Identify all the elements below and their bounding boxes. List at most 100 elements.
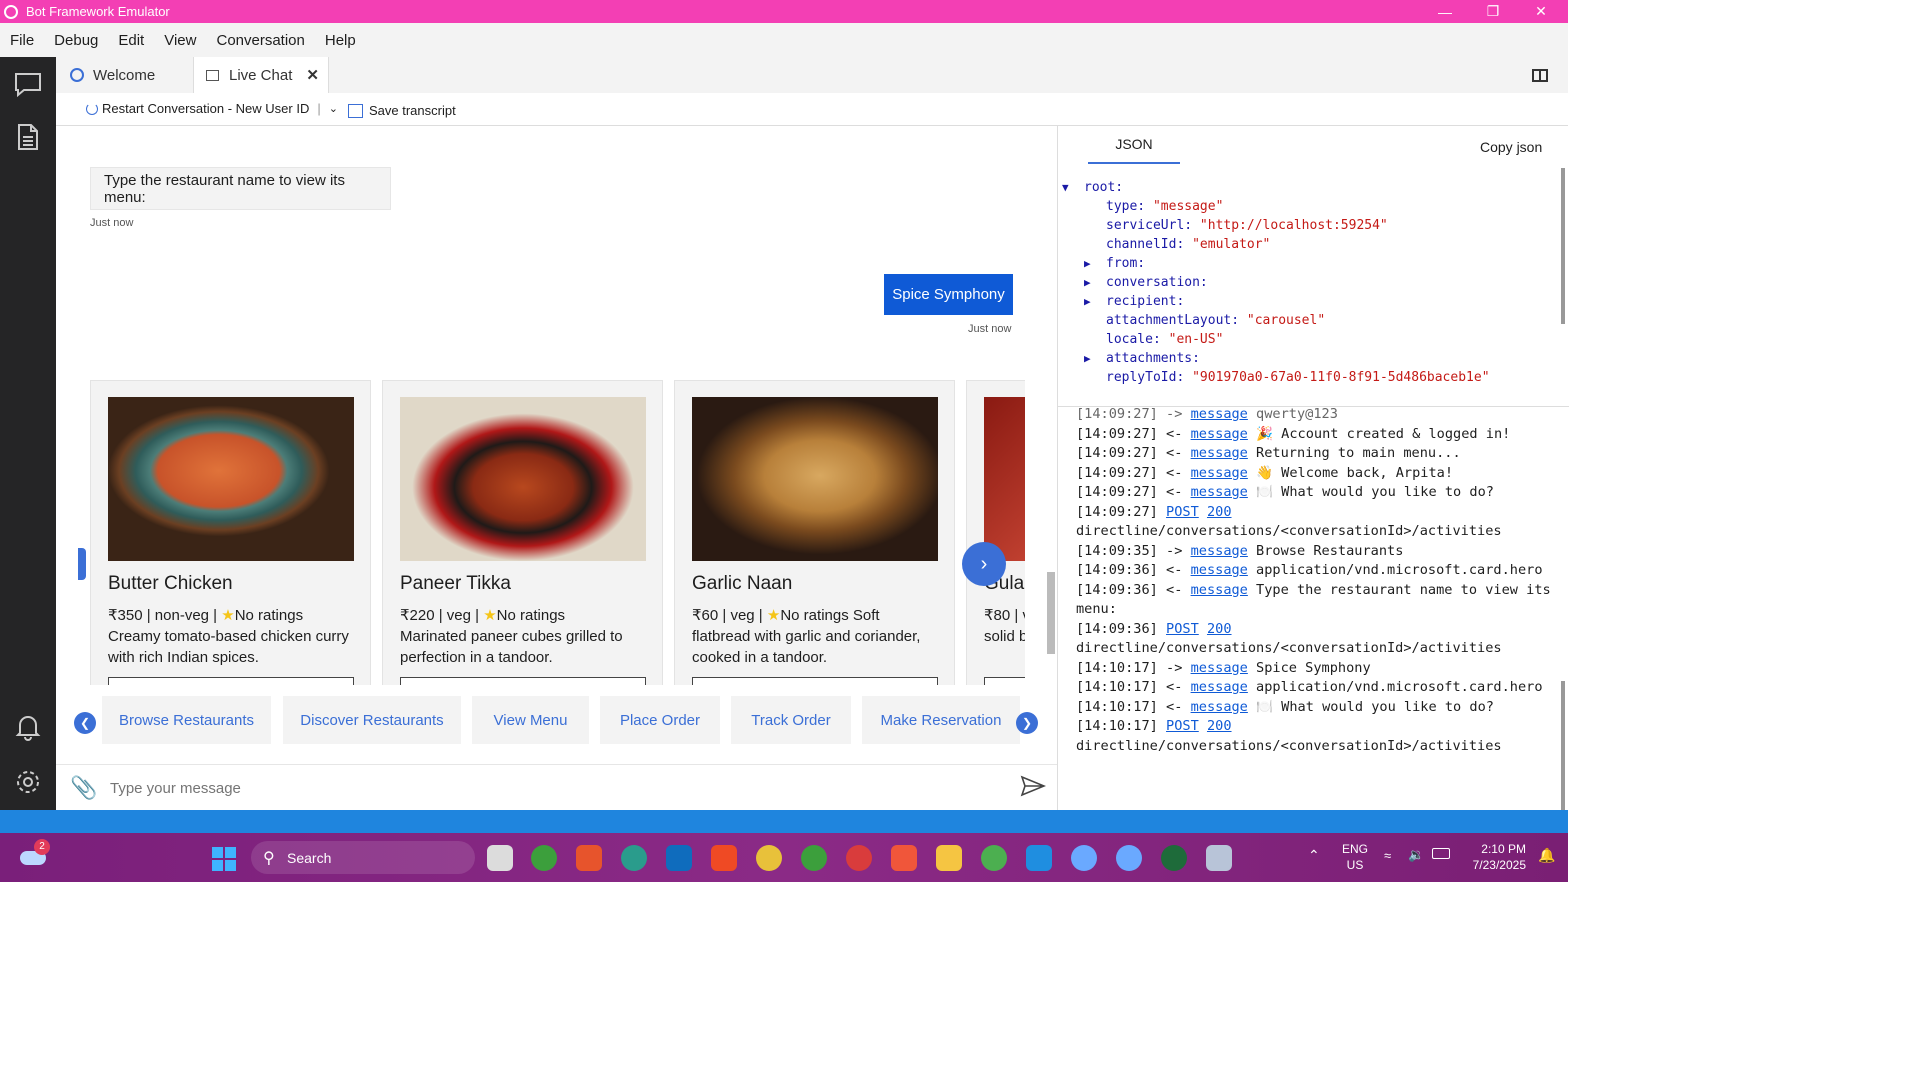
menu-conversation[interactable]: Conversation bbox=[206, 32, 314, 49]
suggested-actions-scroll-right-button[interactable]: ❯ bbox=[1016, 712, 1038, 734]
json-scrollbar[interactable] bbox=[1561, 168, 1565, 324]
json-tree-row[interactable]: ▼ root: bbox=[1062, 178, 1490, 197]
log-link[interactable]: message bbox=[1191, 445, 1248, 461]
json-tree-row[interactable]: ▶ attachments: bbox=[1062, 349, 1490, 368]
log-status-link[interactable]: 200 bbox=[1207, 504, 1232, 520]
card-action-button[interactable] bbox=[108, 677, 354, 685]
battery-icon[interactable] bbox=[1432, 848, 1450, 859]
vscode-icon[interactable] bbox=[1026, 845, 1052, 871]
copy-json-button[interactable]: Copy json bbox=[1480, 139, 1542, 155]
chrome-profile-4-icon[interactable] bbox=[981, 845, 1007, 871]
suggested-action-browse-restaurants[interactable]: Browse Restaurants bbox=[102, 696, 271, 744]
hero-card: Butter Chicken ₹350 | non-veg | ★No rati… bbox=[90, 380, 371, 685]
close-window-icon[interactable]: ✕ bbox=[1518, 0, 1564, 23]
log-link[interactable]: message bbox=[1191, 543, 1248, 559]
chrome-icon[interactable] bbox=[531, 845, 557, 871]
log-status-link[interactable]: 200 bbox=[1207, 718, 1232, 734]
card-action-button[interactable] bbox=[692, 677, 938, 685]
split-view-icon[interactable] bbox=[1532, 69, 1548, 82]
log-line: [14:09:27] <- message Returning to main … bbox=[1076, 444, 1556, 464]
outlook-icon[interactable] bbox=[666, 845, 692, 871]
send-icon[interactable] bbox=[1020, 775, 1047, 802]
log-link[interactable]: POST bbox=[1166, 504, 1199, 520]
log-link[interactable]: message bbox=[1191, 562, 1248, 578]
log-line: [14:09:27] <- message 👋 Welcome back, Ar… bbox=[1076, 464, 1556, 484]
caret-right-icon[interactable]: ▶ bbox=[1084, 292, 1106, 311]
pane-splitter-handle[interactable] bbox=[1047, 572, 1055, 654]
start-button-icon[interactable] bbox=[212, 847, 236, 871]
file-explorer-icon[interactable] bbox=[936, 845, 962, 871]
bot-emulator-taskbar-icon[interactable] bbox=[1071, 845, 1097, 871]
language-indicator[interactable]: ENG US bbox=[1342, 841, 1368, 873]
message-input[interactable] bbox=[110, 773, 990, 803]
brave-icon[interactable] bbox=[576, 845, 602, 871]
weather-icon[interactable]: 2 bbox=[20, 839, 50, 867]
settings-gear-icon[interactable] bbox=[12, 766, 44, 798]
minimize-icon[interactable]: — bbox=[1422, 0, 1468, 23]
edge-icon[interactable] bbox=[621, 845, 647, 871]
brave-profile-icon[interactable] bbox=[891, 845, 917, 871]
suggested-actions-scroll-left-button[interactable]: ❮ bbox=[74, 712, 96, 734]
menu-view[interactable]: View bbox=[154, 32, 206, 49]
menu-file[interactable]: File bbox=[0, 32, 44, 49]
document-icon[interactable] bbox=[12, 121, 44, 153]
log-link[interactable]: message bbox=[1191, 679, 1248, 695]
card-action-button[interactable] bbox=[984, 677, 1025, 685]
json-tree-row[interactable]: ▶ recipient: bbox=[1062, 292, 1490, 311]
save-transcript-button[interactable]: Save transcript bbox=[348, 102, 456, 118]
bot-emulator-2-taskbar-icon[interactable] bbox=[1116, 845, 1142, 871]
chevron-down-icon[interactable]: ⌄ bbox=[329, 102, 338, 115]
caret-right-icon[interactable]: ▶ bbox=[1084, 273, 1106, 292]
restore-icon[interactable]: ❐ bbox=[1470, 0, 1516, 23]
log-scrollbar[interactable] bbox=[1561, 681, 1565, 810]
tab-welcome[interactable]: Welcome bbox=[56, 57, 193, 93]
task-view-icon[interactable] bbox=[487, 845, 513, 871]
log-link[interactable]: POST bbox=[1166, 718, 1199, 734]
carousel-previous-button[interactable] bbox=[78, 548, 86, 580]
json-tree-row[interactable]: ▶ from: bbox=[1062, 254, 1490, 273]
attachment-icon[interactable]: 📎 bbox=[70, 775, 97, 801]
menu-edit[interactable]: Edit bbox=[108, 32, 154, 49]
bell-icon[interactable] bbox=[12, 711, 44, 743]
chevron-up-icon[interactable]: ⌃ bbox=[1308, 847, 1320, 864]
tab-json[interactable]: JSON bbox=[1088, 136, 1180, 164]
caret-down-icon[interactable]: ▼ bbox=[1062, 178, 1084, 197]
restart-conversation-button[interactable]: Restart Conversation - New User ID | ⌄ bbox=[86, 101, 338, 116]
json-tree-row[interactable]: ▶ conversation: bbox=[1062, 273, 1490, 292]
chat-icon[interactable] bbox=[12, 69, 44, 101]
app-taskbar-icon[interactable] bbox=[1206, 845, 1232, 871]
log-link[interactable]: message bbox=[1191, 699, 1248, 715]
chrome-profile-3-icon[interactable] bbox=[846, 845, 872, 871]
garlic-naan-image bbox=[692, 397, 938, 561]
volume-icon[interactable]: 🔉 bbox=[1408, 847, 1424, 863]
chrome-profile-icon[interactable] bbox=[756, 845, 782, 871]
log-link[interactable]: POST bbox=[1166, 621, 1199, 637]
tab-live-chat[interactable]: Live Chat ✕ bbox=[193, 57, 329, 93]
taskbar-search[interactable]: ⚲ Search bbox=[251, 841, 475, 874]
suggested-action-place-order[interactable]: Place Order bbox=[600, 696, 720, 744]
log-link[interactable]: message bbox=[1191, 465, 1248, 481]
notification-bell-icon[interactable]: 🔔 bbox=[1538, 847, 1555, 864]
mongodb-compass-icon[interactable] bbox=[1161, 845, 1187, 871]
menu-help[interactable]: Help bbox=[315, 32, 366, 49]
suggested-action-track-order[interactable]: Track Order bbox=[731, 696, 851, 744]
caret-right-icon[interactable]: ▶ bbox=[1084, 349, 1106, 368]
caret-right-icon[interactable]: ▶ bbox=[1084, 254, 1106, 273]
chrome-profile-2-icon[interactable] bbox=[801, 845, 827, 871]
carousel-next-button[interactable]: › bbox=[962, 542, 1006, 586]
log-status-link[interactable]: 200 bbox=[1207, 621, 1232, 637]
suggested-action-discover-restaurants[interactable]: Discover Restaurants bbox=[283, 696, 461, 744]
log-link[interactable]: message bbox=[1191, 660, 1248, 676]
clock[interactable]: 2:10 PM 7/23/2025 bbox=[1464, 841, 1526, 873]
suggested-action-make-reservation[interactable]: Make Reservation bbox=[862, 696, 1020, 744]
brave-browser-icon[interactable] bbox=[711, 845, 737, 871]
log-link[interactable]: message bbox=[1191, 582, 1248, 598]
menu-debug[interactable]: Debug bbox=[44, 32, 108, 49]
close-tab-icon[interactable]: ✕ bbox=[306, 66, 319, 84]
log-line: [14:10:17] <- message application/vnd.mi… bbox=[1076, 678, 1556, 698]
card-action-button[interactable] bbox=[400, 677, 646, 685]
log-link[interactable]: message bbox=[1191, 484, 1248, 500]
suggested-action-view-menu[interactable]: View Menu bbox=[472, 696, 589, 744]
wifi-icon[interactable]: ≈ bbox=[1384, 848, 1391, 863]
log-link[interactable]: message bbox=[1191, 426, 1248, 442]
